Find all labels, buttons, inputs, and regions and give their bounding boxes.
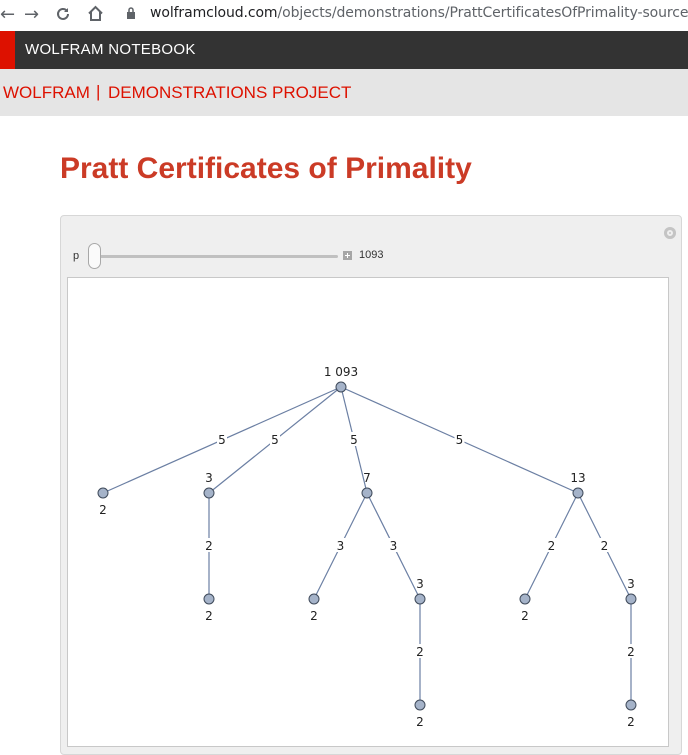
node-label: 2 bbox=[521, 609, 529, 623]
graph-node bbox=[308, 593, 320, 605]
graph-node bbox=[414, 699, 426, 711]
node-label: 2 bbox=[310, 609, 318, 623]
node-label: 2 bbox=[205, 609, 213, 623]
edge-label: 2 bbox=[416, 645, 424, 659]
graph-node bbox=[203, 593, 215, 605]
node-label: 1 093 bbox=[324, 365, 358, 379]
node-label: 3 bbox=[205, 471, 213, 485]
graph-node bbox=[625, 593, 637, 605]
node-label: 7 bbox=[363, 471, 371, 485]
node-label: 2 bbox=[99, 503, 107, 517]
edge-label: 2 bbox=[548, 539, 556, 553]
node-label: 13 bbox=[570, 471, 585, 485]
node-label: 2 bbox=[627, 715, 635, 729]
edge-label: 2 bbox=[627, 645, 635, 659]
graph-node bbox=[203, 487, 215, 499]
edge-label: 5 bbox=[350, 433, 358, 447]
edge-label: 3 bbox=[337, 539, 345, 553]
node-label: 3 bbox=[627, 577, 635, 591]
graph-node bbox=[414, 593, 426, 605]
graph-node bbox=[625, 699, 637, 711]
edge-label: 5 bbox=[218, 433, 226, 447]
edge-label: 3 bbox=[390, 539, 398, 553]
node-label: 2 bbox=[416, 715, 424, 729]
graph-node bbox=[519, 593, 531, 605]
node-label: 3 bbox=[416, 577, 424, 591]
edge-label: 2 bbox=[205, 539, 213, 553]
edge-label: 5 bbox=[271, 433, 279, 447]
graph-node bbox=[97, 487, 109, 499]
pratt-tree-graph: 5 5 5 5 2 3 3 2 2 2 2 1 093 2 3 7 13 2 2 3 2 3 2 2 bbox=[97, 365, 637, 729]
edge-label: 2 bbox=[601, 539, 609, 553]
graph-node bbox=[335, 381, 347, 393]
graph-node bbox=[572, 487, 584, 499]
edge-label: 5 bbox=[456, 433, 464, 447]
graph-node bbox=[361, 487, 373, 499]
